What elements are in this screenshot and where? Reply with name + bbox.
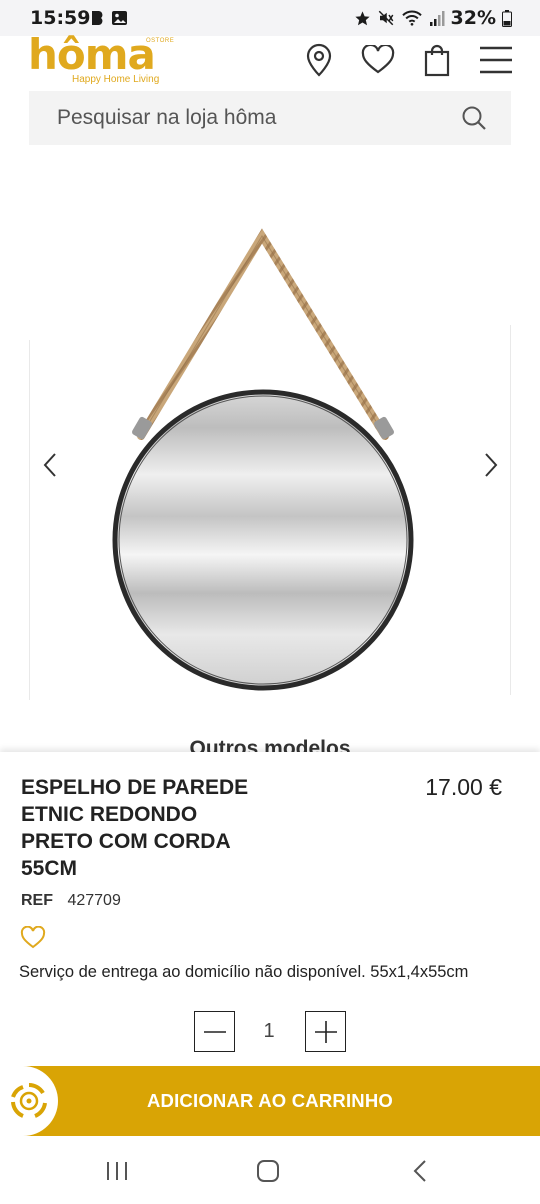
star-icon <box>354 10 370 25</box>
home-icon <box>257 1160 279 1182</box>
product-details-panel: ESPELHO DE PAREDE ETNIC REDONDO PRETO CO… <box>0 752 540 1066</box>
notification-b-icon <box>92 11 103 25</box>
status-left-icons <box>90 10 128 26</box>
product-image-round-mirror[interactable] <box>109 220 421 700</box>
quantity-value[interactable]: 1 <box>254 1020 284 1043</box>
signal-icon <box>429 10 445 26</box>
status-right-icons: 32% <box>354 7 512 29</box>
logo-tagline: Happy Home Living <box>72 74 160 85</box>
product-ref: REF 427709 <box>21 892 121 910</box>
menu-button[interactable] <box>478 42 514 78</box>
gallery-divider <box>510 325 511 695</box>
minus-icon <box>203 1030 226 1033</box>
cart-button[interactable] <box>419 42 455 78</box>
store-locator-button[interactable] <box>301 42 337 78</box>
product-gallery <box>29 220 511 710</box>
other-models-heading: Outros modelos <box>0 736 540 752</box>
battery-percentage: 32% <box>450 7 496 29</box>
heart-icon <box>361 45 395 74</box>
ref-value: 427709 <box>67 892 121 909</box>
gallery-prev-button[interactable] <box>35 450 65 480</box>
search-icon[interactable] <box>461 105 487 131</box>
recent-apps-icon <box>107 1162 127 1180</box>
recycle-icon <box>11 1082 47 1118</box>
recent-apps-button[interactable] <box>100 1156 134 1186</box>
chevron-right-icon <box>485 453 498 477</box>
delivery-note: Serviço de entrega ao domicílio não disp… <box>19 963 469 981</box>
home-button[interactable] <box>251 1156 285 1186</box>
logo-wordmark: hôma <box>28 30 156 79</box>
back-button[interactable] <box>403 1156 437 1186</box>
heart-icon[interactable] <box>20 926 46 950</box>
wifi-icon <box>401 10 422 26</box>
wishlist-button[interactable] <box>360 42 396 78</box>
back-icon <box>413 1160 426 1182</box>
ref-label: REF <box>21 892 53 909</box>
quantity-increase-button[interactable] <box>305 1011 346 1052</box>
quantity-decrease-button[interactable] <box>194 1011 235 1052</box>
image-icon <box>112 11 127 25</box>
homa-logo[interactable]: hôma OSTORE Happy Home Living <box>28 30 178 88</box>
gallery-next-button[interactable] <box>476 450 506 480</box>
add-to-cart-button[interactable]: ADICIONAR AO CARRINHO <box>0 1066 540 1136</box>
search-bar <box>29 91 511 145</box>
status-time: 15:59 <box>30 7 91 29</box>
product-title: ESPELHO DE PAREDE ETNIC REDONDO PRETO CO… <box>21 776 249 880</box>
site-header: hôma OSTORE Happy Home Living <box>0 30 540 92</box>
search-input[interactable] <box>57 91 437 145</box>
menu-icon <box>480 46 512 74</box>
system-nav-bar <box>0 1136 540 1204</box>
chevron-left-icon <box>43 453 56 477</box>
plus-icon <box>314 1020 337 1043</box>
battery-icon <box>502 9 512 27</box>
gallery-divider <box>29 340 30 700</box>
mute-icon <box>378 10 393 26</box>
location-pin-icon <box>306 43 332 77</box>
logo-store-label: OSTORE <box>146 38 175 44</box>
shopping-bag-icon <box>424 44 450 77</box>
other-models-label: Outros modelos <box>189 737 351 752</box>
product-price: 17.00 € <box>425 774 502 800</box>
